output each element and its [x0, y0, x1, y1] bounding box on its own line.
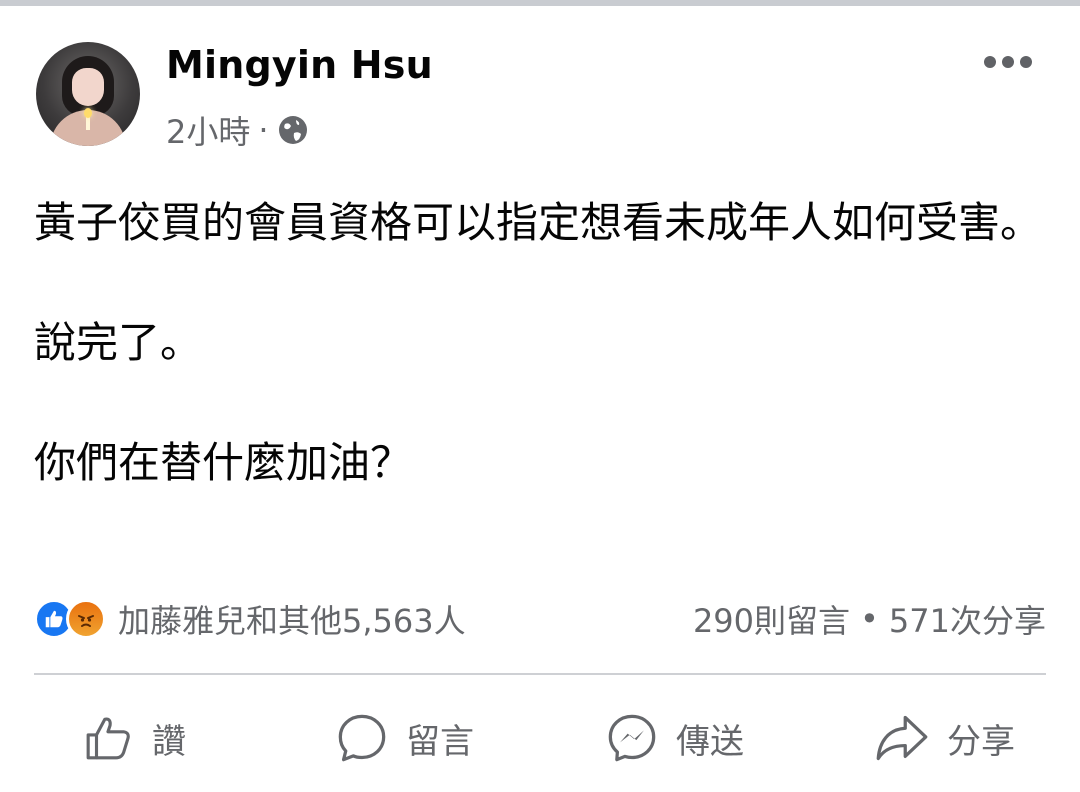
comments-count[interactable]: 290則留言 [693, 596, 850, 642]
avatar-flame [84, 108, 92, 118]
post-paragraph: 黃子佼買的會員資格可以指定想看未成年人如何受害。 [34, 198, 1043, 247]
stats-separator: • [860, 600, 879, 638]
send-button[interactable]: 傳送 [540, 700, 810, 776]
share-label: 分享 [947, 721, 1015, 762]
more-dot [1020, 56, 1032, 68]
meta-separator: · [258, 111, 269, 149]
divider [34, 673, 1046, 675]
avatar-candle [86, 116, 90, 130]
more-dot [1002, 56, 1014, 68]
post-time[interactable]: 2小時 [166, 107, 250, 153]
more-options-icon[interactable] [984, 52, 1032, 72]
comment-button[interactable]: 留言 [270, 700, 540, 776]
reactions-text: 加藤雅兒和其他5,563人 [118, 602, 466, 640]
post-paragraph: 你們在替什麼加油？ [34, 438, 413, 487]
like-label: 讚 [152, 721, 186, 762]
avatar-face [72, 68, 104, 106]
like-button[interactable]: 讚 [0, 700, 270, 776]
avatar[interactable] [36, 42, 140, 146]
thumbs-up-icon [86, 717, 130, 760]
shares-count[interactable]: 571次分享 [889, 596, 1046, 642]
post-body: 黃子佼買的會員資格可以指定想看未成年人如何受害。 說完了。 你們在替什麼加油？ [34, 190, 1044, 496]
reactions-summary[interactable]: 加藤雅兒和其他5,563人 [34, 594, 466, 644]
globe-icon [278, 116, 307, 144]
angry-icon [66, 599, 106, 639]
share-icon [876, 715, 928, 761]
more-dot [984, 56, 996, 68]
messenger-icon [608, 714, 656, 762]
action-bar: 讚 留言 傳送 分享 [0, 700, 1080, 776]
send-label: 傳送 [676, 721, 744, 762]
share-button[interactable]: 分享 [810, 700, 1080, 776]
engagement-stats: 290則留言 • 571次分享 [693, 594, 1046, 644]
post-meta: 2小時 · [166, 107, 309, 153]
author-name[interactable]: Mingyin Hsu [166, 42, 433, 88]
post-paragraph: 說完了。 [34, 318, 203, 367]
comment-icon [338, 714, 386, 762]
top-border [0, 0, 1080, 6]
comment-label: 留言 [406, 721, 474, 762]
